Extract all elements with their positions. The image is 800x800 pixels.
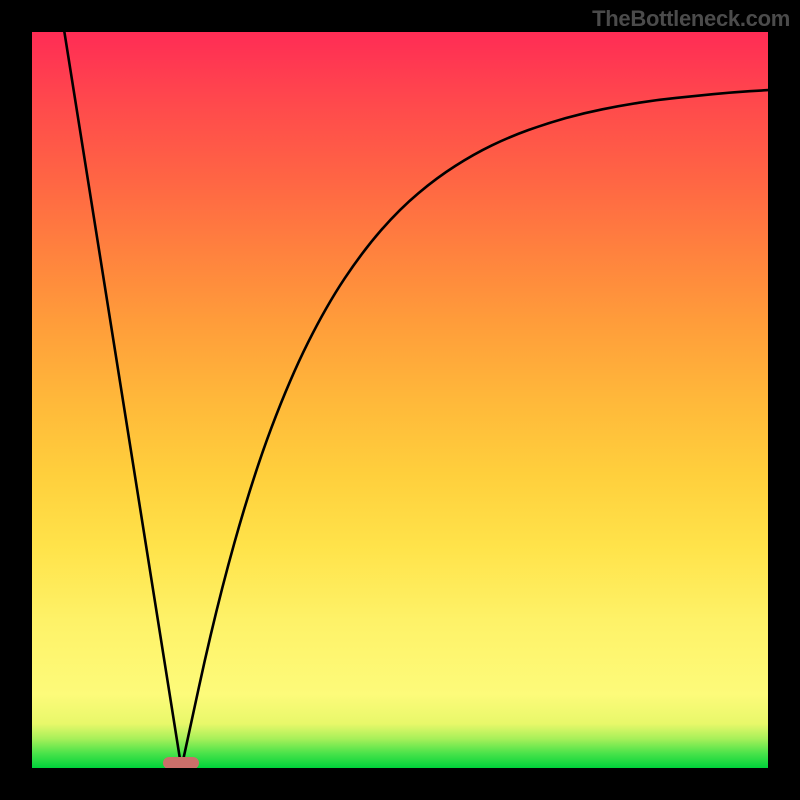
plot-area [32, 32, 768, 768]
highlight-marker [163, 757, 199, 768]
watermark-text: TheBottleneck.com [592, 6, 790, 32]
chart-container: TheBottleneck.com [0, 0, 800, 800]
line-curve [32, 32, 768, 768]
